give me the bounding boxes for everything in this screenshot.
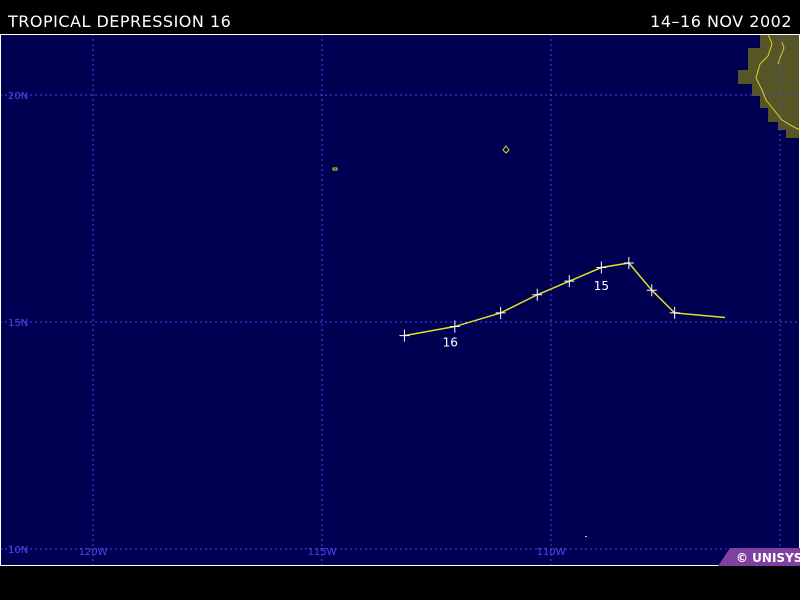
credit-text: © UNISYS [736,551,800,565]
footer-bar [0,566,800,600]
lat-label: 15N [8,318,28,329]
track-map: 1615 20N15N10N120W115W110W105W © UNISYS [0,34,800,566]
ocean-background [0,34,800,566]
storm-title: TROPICAL DEPRESSION 16 [8,12,232,31]
lon-label: 120W [79,547,108,558]
date-range: 14–16 NOV 2002 [650,12,792,31]
lon-label: 115W [308,547,337,558]
header: TROPICAL DEPRESSION 16 14–16 NOV 2002 [0,0,800,34]
lat-label: 20N [8,91,28,102]
day-label: 16 [443,336,458,350]
day-label: 15 [594,279,609,293]
unisys-credit: © UNISYS [718,548,800,566]
lon-label: 110W [537,547,566,558]
lat-label: 10N [8,545,28,556]
